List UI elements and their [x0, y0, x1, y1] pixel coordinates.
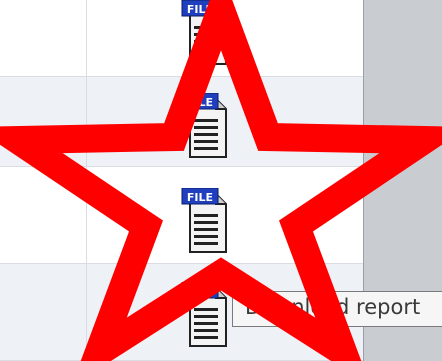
- file-badge-label: FILE: [187, 96, 213, 109]
- file-badge-label: FILE: [187, 191, 213, 204]
- download-report-file-icon[interactable]: FILE: [180, 0, 232, 66]
- download-report-file-icon[interactable]: FILE: [180, 93, 232, 159]
- file-badge-label: FILE: [187, 285, 213, 298]
- column-divider: [86, 0, 87, 361]
- download-report-tooltip: Download report: [232, 291, 442, 327]
- file-badge-label: FILE: [187, 3, 213, 16]
- download-report-file-icon[interactable]: FILE: [180, 188, 232, 254]
- download-report-file-icon[interactable]: FILE: [180, 282, 232, 348]
